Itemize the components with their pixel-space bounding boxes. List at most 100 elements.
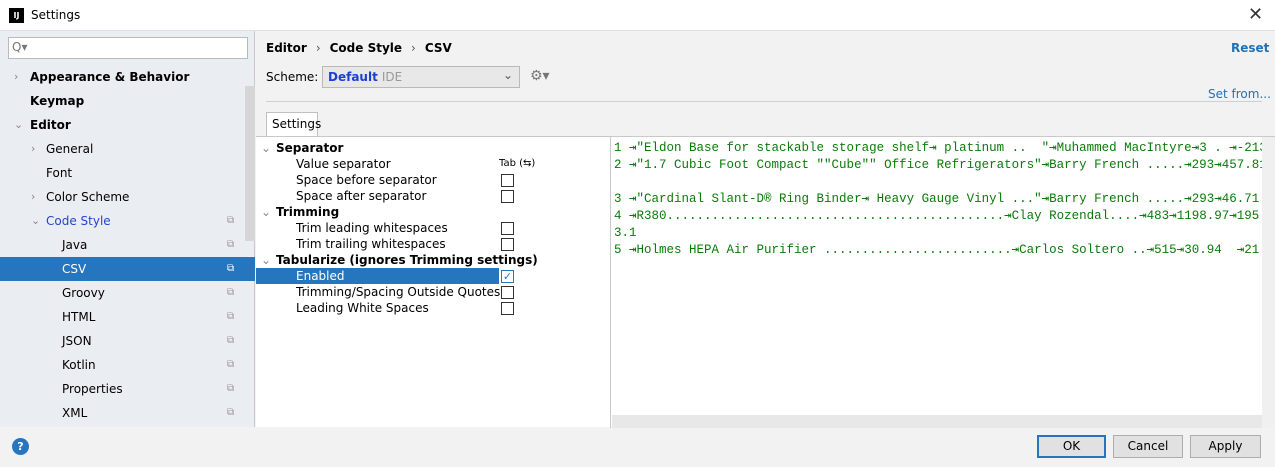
title-bar: IJ Settings ✕	[0, 0, 1275, 31]
value-separator-select[interactable]: Tab (⇆)	[499, 156, 535, 172]
gear-icon[interactable]: ⚙▾	[530, 68, 550, 84]
option-label: Trimming/Spacing Outside Quotes	[296, 285, 501, 299]
option-label: Trim leading whitespaces	[296, 221, 448, 235]
sidebar-item-xml[interactable]: XML ⧉	[0, 401, 245, 425]
option-row: Leading White Spaces	[256, 300, 611, 316]
chevron-down-icon: ⌄	[502, 68, 513, 82]
sidebar-item-label: JSON	[62, 334, 92, 348]
scheme-type: IDE	[381, 70, 403, 84]
chevron-down-icon[interactable]: ⌄	[261, 204, 271, 220]
help-icon[interactable]: ?	[12, 438, 29, 455]
sidebar-item-label: HTML	[62, 310, 96, 324]
copy-icon: ⧉	[227, 215, 235, 226]
option-label: Trim trailing whitespaces	[296, 237, 446, 251]
sidebar-item-label: Code Style	[46, 214, 111, 228]
chevron-right-icon[interactable]: ›	[31, 185, 35, 209]
option-label: Value separator	[296, 157, 391, 171]
checkbox[interactable]	[501, 286, 514, 299]
divider	[266, 101, 1262, 102]
sidebar-item-label: Kotlin	[62, 358, 96, 372]
sidebar-item-keymap[interactable]: Keymap	[0, 89, 245, 113]
app-icon: IJ	[9, 8, 24, 23]
chevron-down-icon[interactable]: ⌄	[31, 209, 40, 233]
reset-link[interactable]: Reset	[1231, 41, 1269, 55]
chevron-down-icon[interactable]: ⌄	[261, 252, 271, 268]
checkbox[interactable]	[501, 238, 514, 251]
option-row: Space after separator	[256, 188, 611, 204]
sidebar-item-code-style[interactable]: ⌄ Code Style ⧉	[0, 209, 245, 233]
sidebar-item-color-scheme[interactable]: › Color Scheme	[0, 185, 245, 209]
cancel-button[interactable]: Cancel	[1113, 435, 1183, 458]
sidebar-item-general[interactable]: › General	[0, 137, 245, 161]
breadcrumb: Editor › Code Style › CSV	[266, 41, 452, 55]
chevron-down-icon[interactable]: ⌄	[261, 140, 271, 156]
option-label: Tabularize (ignores Trimming settings)	[276, 253, 538, 267]
sidebar-item-font[interactable]: Font	[0, 161, 245, 185]
preview-line: 3.1	[614, 226, 637, 240]
scheme-label: Scheme:	[266, 70, 319, 84]
sidebar-item-label: Groovy	[62, 286, 105, 300]
apply-button[interactable]: Apply	[1190, 435, 1261, 458]
copy-icon: ⧉	[227, 407, 235, 418]
copy-icon: ⧉	[227, 359, 235, 370]
sidebar-item-kotlin[interactable]: Kotlin ⧉	[0, 353, 245, 377]
copy-icon: ⧉	[227, 311, 235, 322]
ok-button[interactable]: OK	[1037, 435, 1106, 458]
option-row: Trim trailing whitespaces	[256, 236, 611, 252]
sidebar-item-label: Font	[46, 166, 73, 180]
chevron-right-icon[interactable]: ›	[14, 65, 18, 89]
preview-line: 2 ⇥"1.7 Cubic Foot Compact ""Cube"" Offi…	[614, 158, 1262, 172]
close-icon[interactable]: ✕	[1248, 4, 1263, 25]
sidebar-item-label: CSV	[62, 262, 87, 276]
preview-line: 5 ⇥Holmes HEPA Air Purifier ............…	[614, 243, 1262, 257]
sidebar-item-label: Keymap	[30, 94, 85, 108]
sidebar-item-label: Java	[62, 238, 88, 252]
copy-icon: ⧉	[227, 263, 235, 274]
preview-line: 4 ⇥R380.................................…	[614, 209, 1262, 223]
sidebar-item-label: XML	[62, 406, 88, 420]
option-group[interactable]: ⌄ Separator	[256, 140, 611, 156]
tab-settings[interactable]: Settings	[266, 112, 321, 136]
copy-icon: ⧉	[227, 335, 235, 346]
checkbox[interactable]	[501, 302, 514, 315]
scheme-select[interactable]: Default IDE ⌄	[322, 66, 520, 88]
copy-icon: ⧉	[227, 239, 235, 250]
options-table: ⌄ Separator Value separator Tab (⇆) Space be…	[256, 137, 611, 428]
sidebar-item-appearance-behavior[interactable]: › Appearance & Behavior	[0, 65, 245, 89]
option-row: Trimming/Spacing Outside Quotes	[256, 284, 611, 300]
csv-preview: 1 ⇥"Eldon Base for stackable storage she…	[612, 137, 1262, 415]
option-label: Space before separator	[296, 173, 437, 187]
sidebar-item-java[interactable]: Java ⧉	[0, 233, 245, 257]
option-label: Leading White Spaces	[296, 301, 429, 315]
horizontal-scrollbar[interactable]	[612, 415, 1262, 428]
sidebar-item-json[interactable]: JSON ⧉	[0, 329, 245, 353]
checkbox[interactable]	[501, 190, 514, 203]
checkbox[interactable]	[501, 174, 514, 187]
sidebar-item-label: Properties	[62, 382, 123, 396]
sidebar-item-label: Appearance & Behavior	[30, 70, 190, 84]
scrollbar[interactable]	[245, 86, 255, 241]
preview-line: 1 ⇥"Eldon Base for stackable storage she…	[614, 141, 1262, 155]
option-label: Trimming	[276, 205, 340, 219]
sidebar-item-html[interactable]: HTML ⧉	[0, 305, 245, 329]
settings-content: ⌄ Separator Value separator Tab (⇆) Space be…	[256, 136, 1275, 428]
sidebar-item-properties[interactable]: Properties ⧉	[0, 377, 245, 401]
settings-tree: Q▾ › Appearance & Behavior Keymap ⌄ Editor › G…	[0, 31, 255, 427]
sidebar-item-csv[interactable]: CSV ⧉	[0, 257, 255, 281]
chevron-right-icon[interactable]: ›	[31, 137, 35, 161]
checkbox[interactable]	[501, 222, 514, 235]
chevron-down-icon[interactable]: ⌄	[14, 113, 23, 137]
breadcrumb-item: CSV	[424, 41, 452, 55]
preview-line: 3 ⇥"Cardinal Slant-D® Ring Binder⇥ Heavy…	[614, 192, 1262, 206]
vertical-scrollbar[interactable]	[1262, 137, 1275, 428]
option-group[interactable]: ⌄ Trimming	[256, 204, 611, 220]
search-input[interactable]: Q▾	[8, 37, 248, 59]
search-icon: Q▾	[12, 40, 28, 54]
option-label: Separator	[276, 141, 344, 155]
sidebar-item-groovy[interactable]: Groovy ⧉	[0, 281, 245, 305]
option-group[interactable]: ⌄ Tabularize (ignores Trimming settings)	[256, 252, 611, 268]
sidebar-item-editor[interactable]: ⌄ Editor	[0, 113, 245, 137]
option-label: Enabled	[296, 269, 345, 283]
set-from-link[interactable]: Set from...	[1208, 87, 1271, 101]
checkbox[interactable]: ✓	[501, 270, 514, 283]
